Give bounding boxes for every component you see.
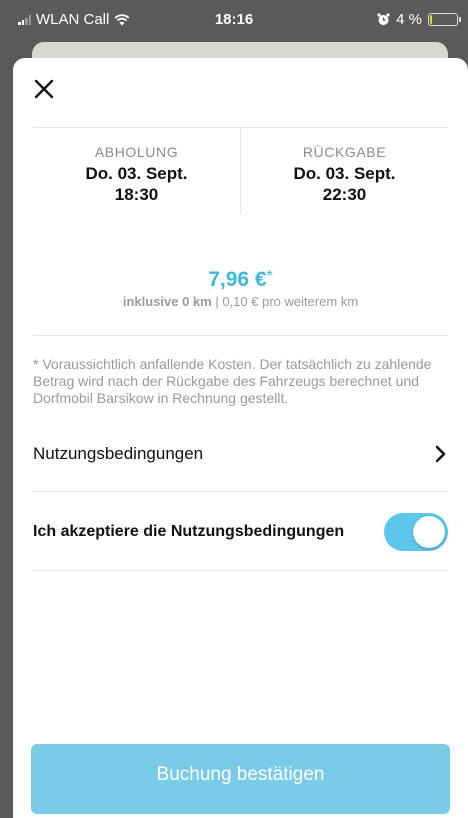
battery-level — [430, 15, 432, 24]
booking-sheet: ABHOLUNG Do. 03. Sept. 18:30 RÜCKGABE Do… — [13, 58, 468, 818]
status-bar: WLAN Call 18:16 4 % — [0, 0, 468, 36]
price-star: * — [266, 268, 273, 285]
pickup-title: ABHOLUNG — [94, 144, 179, 160]
price-separator: | — [211, 294, 223, 309]
accept-terms-toggle[interactable] — [384, 513, 448, 551]
price-details: inklusive 0 km | 0,10 € pro weiterem km — [13, 294, 468, 309]
pickup-time: 18:30 — [114, 185, 159, 204]
divider — [33, 491, 448, 492]
accept-terms-row: Ich akzeptiere die Nutzungsbedingungen — [33, 512, 448, 552]
cost-note: * Voraussichtlich anfallende Kosten. Der… — [33, 356, 432, 406]
price-per-km: 0,10 € pro weiterem km — [222, 294, 359, 309]
alarm-icon — [377, 13, 390, 25]
chevron-right-icon — [435, 445, 446, 463]
toggle-knob — [413, 516, 445, 548]
price-included: inklusive 0 km — [122, 294, 212, 309]
price-amount: 7,96 € — [208, 268, 267, 291]
return-title: RÜCKGABE — [302, 144, 387, 160]
pickup-column: ABHOLUNG Do. 03. Sept. 18:30 — [33, 128, 240, 214]
accept-terms-label: Ich akzeptiere die Nutzungsbedingungen — [33, 523, 345, 540]
status-right: 4 % — [377, 11, 461, 28]
close-icon — [34, 79, 54, 99]
return-date: Do. 03. Sept. — [293, 164, 396, 183]
price-block: 7,96 €* inklusive 0 km | 0,10 € pro weit… — [13, 268, 468, 309]
close-button[interactable] — [33, 78, 55, 100]
terms-link[interactable]: Nutzungsbedingungen — [33, 434, 448, 474]
return-column: RÜCKGABE Do. 03. Sept. 22:30 — [240, 128, 448, 214]
divider — [33, 335, 448, 336]
battery-icon — [428, 13, 461, 26]
return-time: 22:30 — [322, 185, 367, 204]
booking-times: ABHOLUNG Do. 03. Sept. 18:30 RÜCKGABE Do… — [33, 128, 448, 214]
pickup-date: Do. 03. Sept. — [85, 164, 188, 183]
price-amount-line: 7,96 €* — [13, 268, 468, 292]
terms-label: Nutzungsbedingungen — [33, 444, 204, 463]
confirm-booking-button[interactable]: Buchung bestätigen — [31, 744, 450, 814]
divider — [33, 570, 448, 571]
battery-percent: 4 % — [396, 11, 422, 28]
